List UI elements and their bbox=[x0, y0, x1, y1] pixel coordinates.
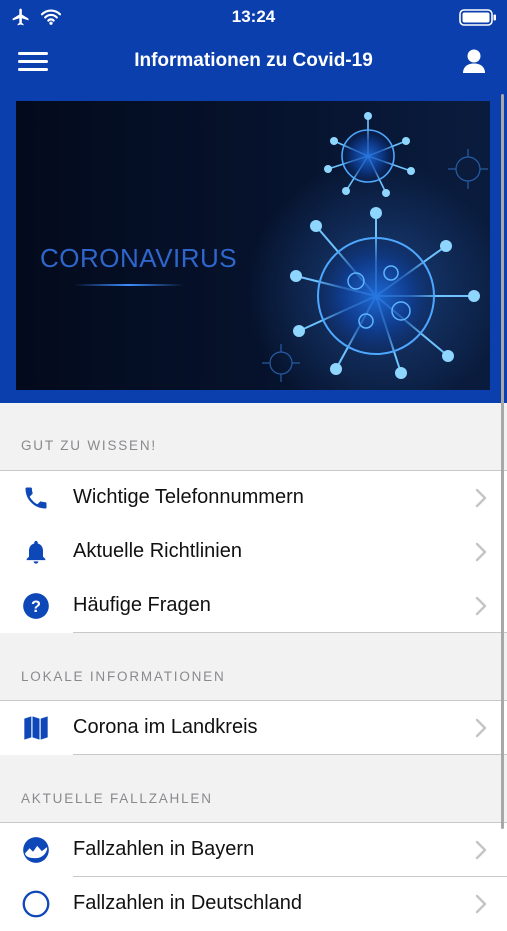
chevron-right-icon bbox=[475, 542, 487, 562]
list-item-richtlinien[interactable]: Aktuelle Richtlinien bbox=[0, 525, 507, 579]
status-time: 13:24 bbox=[231, 7, 276, 26]
list-item-label: Häufige Fragen bbox=[73, 594, 211, 616]
scrollbar[interactable] bbox=[501, 94, 504, 829]
bell-icon bbox=[26, 540, 46, 564]
user-icon[interactable] bbox=[461, 48, 487, 74]
germany-icon bbox=[22, 890, 50, 918]
map-icon bbox=[24, 716, 48, 740]
hero-underline bbox=[74, 284, 184, 286]
hero-banner-container: CORONAVIRUS bbox=[0, 88, 507, 403]
list-item-label: Aktuelle Richtlinien bbox=[73, 540, 242, 562]
list-item-fallzahlen-deutschland[interactable]: Fallzahlen in Deutschland bbox=[0, 877, 507, 931]
hero-image: CORONAVIRUS bbox=[16, 101, 490, 390]
list-item-label: Fallzahlen in Deutschland bbox=[73, 892, 303, 914]
chevron-right-icon bbox=[475, 488, 487, 508]
menu-list: GUT ZU WISSEN! Wichtige Telefonnummern A… bbox=[0, 403, 507, 931]
chevron-right-icon bbox=[475, 840, 487, 860]
bavaria-icon bbox=[23, 837, 49, 863]
chevron-right-icon bbox=[475, 894, 487, 914]
list-item-haeufige-fragen[interactable]: ? Häufige Fragen bbox=[0, 579, 507, 633]
list-item-telefonnummern[interactable]: Wichtige Telefonnummern bbox=[0, 471, 507, 525]
chevron-right-icon bbox=[475, 718, 487, 738]
list-item-fallzahlen-bayern[interactable]: Fallzahlen in Bayern bbox=[0, 823, 507, 877]
phone-icon bbox=[25, 487, 47, 509]
page-title: Informationen zu Covid-19 bbox=[134, 50, 373, 71]
section-header-gut-zu-wissen: GUT ZU WISSEN! bbox=[21, 438, 157, 453]
list-item-landkreis[interactable]: Corona im Landkreis bbox=[0, 701, 507, 755]
question-icon: ? bbox=[23, 593, 49, 619]
nav-bar: Informationen zu Covid-19 bbox=[0, 34, 507, 88]
list-item-label: Corona im Landkreis bbox=[73, 716, 258, 738]
battery-icon bbox=[459, 9, 496, 26]
svg-text:?: ? bbox=[31, 598, 41, 616]
hero-title: CORONAVIRUS bbox=[40, 243, 238, 273]
section-header-lokale-informationen: LOKALE INFORMATIONEN bbox=[21, 669, 226, 684]
section-header-aktuelle-fallzahlen: AKTUELLE FALLZAHLEN bbox=[21, 791, 213, 806]
list-item-label: Wichtige Telefonnummern bbox=[73, 486, 304, 508]
chevron-right-icon bbox=[475, 596, 487, 616]
status-bar: 13:24 bbox=[0, 0, 507, 34]
list-item-label: Fallzahlen in Bayern bbox=[73, 838, 255, 860]
